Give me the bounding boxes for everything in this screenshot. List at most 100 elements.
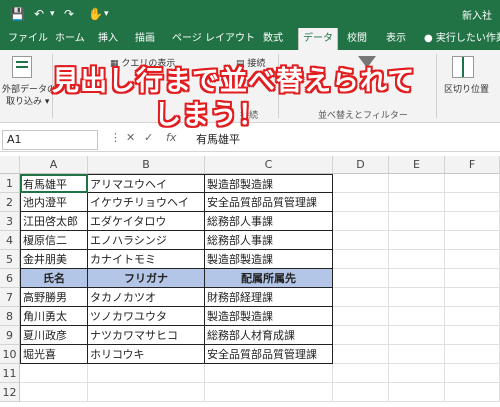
row-header[interactable]: 4 bbox=[0, 231, 20, 250]
table-cell[interactable]: エダケイタロウ bbox=[88, 212, 205, 231]
empty-cell[interactable] bbox=[333, 250, 389, 269]
confirm-entry-icon[interactable]: ✓ bbox=[144, 131, 153, 144]
row-header[interactable]: 6 bbox=[0, 269, 20, 288]
tab-formulas[interactable]: 数式 bbox=[263, 28, 283, 50]
empty-cell[interactable] bbox=[333, 383, 389, 402]
tab-file[interactable]: ファイル bbox=[8, 28, 48, 50]
table-cell[interactable]: カナイトモミ bbox=[88, 250, 205, 269]
table-cell[interactable]: 安全品質部品質管理課 bbox=[205, 345, 333, 364]
row-header[interactable]: 3 bbox=[0, 212, 20, 231]
tab-review[interactable]: 校閲 bbox=[347, 28, 367, 50]
empty-cell[interactable] bbox=[333, 326, 389, 345]
table-cell[interactable]: 総務部人事課 bbox=[205, 212, 333, 231]
empty-cell[interactable] bbox=[389, 307, 445, 326]
table-cell[interactable]: ホリコウキ bbox=[88, 345, 205, 364]
tab-insert[interactable]: 挿入 bbox=[98, 28, 118, 50]
text-to-columns-label[interactable]: 区切り位置 bbox=[444, 82, 489, 95]
empty-cell[interactable] bbox=[445, 269, 500, 288]
empty-cell[interactable] bbox=[389, 212, 445, 231]
empty-cell[interactable] bbox=[445, 288, 500, 307]
table-cell[interactable] bbox=[20, 364, 88, 383]
row-header[interactable]: 7 bbox=[0, 288, 20, 307]
row-header[interactable]: 5 bbox=[0, 250, 20, 269]
empty-cell[interactable] bbox=[445, 345, 500, 364]
table-cell[interactable]: 安全品質部品質管理課 bbox=[205, 193, 333, 212]
empty-cell[interactable] bbox=[333, 212, 389, 231]
empty-cell[interactable] bbox=[445, 193, 500, 212]
touch-mode-icon[interactable]: ✋ bbox=[88, 6, 103, 22]
table-cell[interactable]: 堀光喜 bbox=[20, 345, 88, 364]
empty-cell[interactable] bbox=[333, 307, 389, 326]
table-cell[interactable]: イケウチリョウヘイ bbox=[88, 193, 205, 212]
cancel-icon[interactable]: ⋮ bbox=[110, 131, 121, 144]
empty-cell[interactable] bbox=[333, 345, 389, 364]
table-cell[interactable]: 財務部経理課 bbox=[205, 288, 333, 307]
empty-cell[interactable] bbox=[333, 174, 389, 193]
tab-view[interactable]: 表示 bbox=[386, 28, 406, 50]
select-all-corner[interactable] bbox=[0, 156, 20, 174]
tab-draw[interactable]: 描画 bbox=[135, 28, 155, 50]
tab-page-layout[interactable]: ページ レイアウト bbox=[172, 28, 255, 50]
name-box[interactable]: A1 bbox=[2, 130, 98, 150]
table-cell[interactable]: 有馬雄平 bbox=[20, 174, 88, 193]
header-cell[interactable]: フリガナ bbox=[88, 269, 205, 288]
empty-cell[interactable] bbox=[333, 364, 389, 383]
undo-dropdown-icon[interactable]: ▾ bbox=[50, 6, 55, 22]
empty-cell[interactable] bbox=[445, 307, 500, 326]
customize-qat-icon[interactable]: ▾ bbox=[104, 6, 109, 22]
empty-cell[interactable] bbox=[445, 326, 500, 345]
empty-cell[interactable] bbox=[389, 364, 445, 383]
empty-cell[interactable] bbox=[333, 231, 389, 250]
column-header-e[interactable]: E bbox=[389, 156, 445, 174]
row-header[interactable]: 12 bbox=[0, 383, 20, 402]
empty-cell[interactable] bbox=[389, 326, 445, 345]
table-cell[interactable]: 江田啓太郎 bbox=[20, 212, 88, 231]
get-external-data-label2[interactable]: 取り込み ▾ bbox=[6, 94, 49, 107]
empty-cell[interactable] bbox=[389, 250, 445, 269]
row-header[interactable]: 9 bbox=[0, 326, 20, 345]
empty-cell[interactable] bbox=[445, 231, 500, 250]
column-header-c[interactable]: C bbox=[205, 156, 333, 174]
empty-cell[interactable] bbox=[333, 193, 389, 212]
empty-cell[interactable] bbox=[333, 288, 389, 307]
row-header[interactable]: 10 bbox=[0, 345, 20, 364]
empty-cell[interactable] bbox=[445, 212, 500, 231]
save-icon[interactable]: 💾 bbox=[10, 6, 25, 22]
table-cell[interactable] bbox=[88, 364, 205, 383]
table-cell[interactable] bbox=[20, 383, 88, 402]
table-cell[interactable]: タカノカツオ bbox=[88, 288, 205, 307]
table-cell[interactable]: エノハラシンジ bbox=[88, 231, 205, 250]
table-cell[interactable]: 製造部製造課 bbox=[205, 250, 333, 269]
table-cell[interactable]: ナツカワマサヒコ bbox=[88, 326, 205, 345]
row-header[interactable]: 1 bbox=[0, 174, 20, 193]
empty-cell[interactable] bbox=[445, 250, 500, 269]
table-cell[interactable]: 高野勝男 bbox=[20, 288, 88, 307]
table-cell[interactable]: 総務部人材育成課 bbox=[205, 326, 333, 345]
table-cell[interactable]: 製造部製造課 bbox=[205, 174, 333, 193]
tab-data[interactable]: データ bbox=[298, 28, 338, 50]
row-header[interactable]: 8 bbox=[0, 307, 20, 326]
table-cell[interactable] bbox=[205, 364, 333, 383]
table-cell[interactable]: 池内澄平 bbox=[20, 193, 88, 212]
get-external-data-icon[interactable] bbox=[12, 56, 32, 78]
table-cell[interactable]: 角川勇太 bbox=[20, 307, 88, 326]
table-cell[interactable]: アリマユウヘイ bbox=[88, 174, 205, 193]
formula-input[interactable]: 有馬雄平 bbox=[196, 131, 240, 147]
redo-icon[interactable]: ↷ bbox=[64, 6, 74, 22]
empty-cell[interactable] bbox=[389, 383, 445, 402]
empty-cell[interactable] bbox=[389, 288, 445, 307]
empty-cell[interactable] bbox=[445, 364, 500, 383]
insert-function-icon[interactable]: fx bbox=[166, 131, 176, 144]
table-cell[interactable] bbox=[205, 383, 333, 402]
row-header[interactable]: 2 bbox=[0, 193, 20, 212]
empty-cell[interactable] bbox=[445, 174, 500, 193]
table-cell[interactable]: ツノカワユウタ bbox=[88, 307, 205, 326]
tab-home[interactable]: ホーム bbox=[55, 28, 85, 50]
table-cell[interactable]: 榎原信二 bbox=[20, 231, 88, 250]
column-header-f[interactable]: F bbox=[445, 156, 500, 174]
table-cell[interactable]: 夏川政彦 bbox=[20, 326, 88, 345]
text-to-columns-icon[interactable] bbox=[452, 56, 474, 78]
row-header[interactable]: 11 bbox=[0, 364, 20, 383]
table-cell[interactable] bbox=[88, 383, 205, 402]
cancel-entry-icon[interactable]: ✕ bbox=[126, 131, 135, 144]
